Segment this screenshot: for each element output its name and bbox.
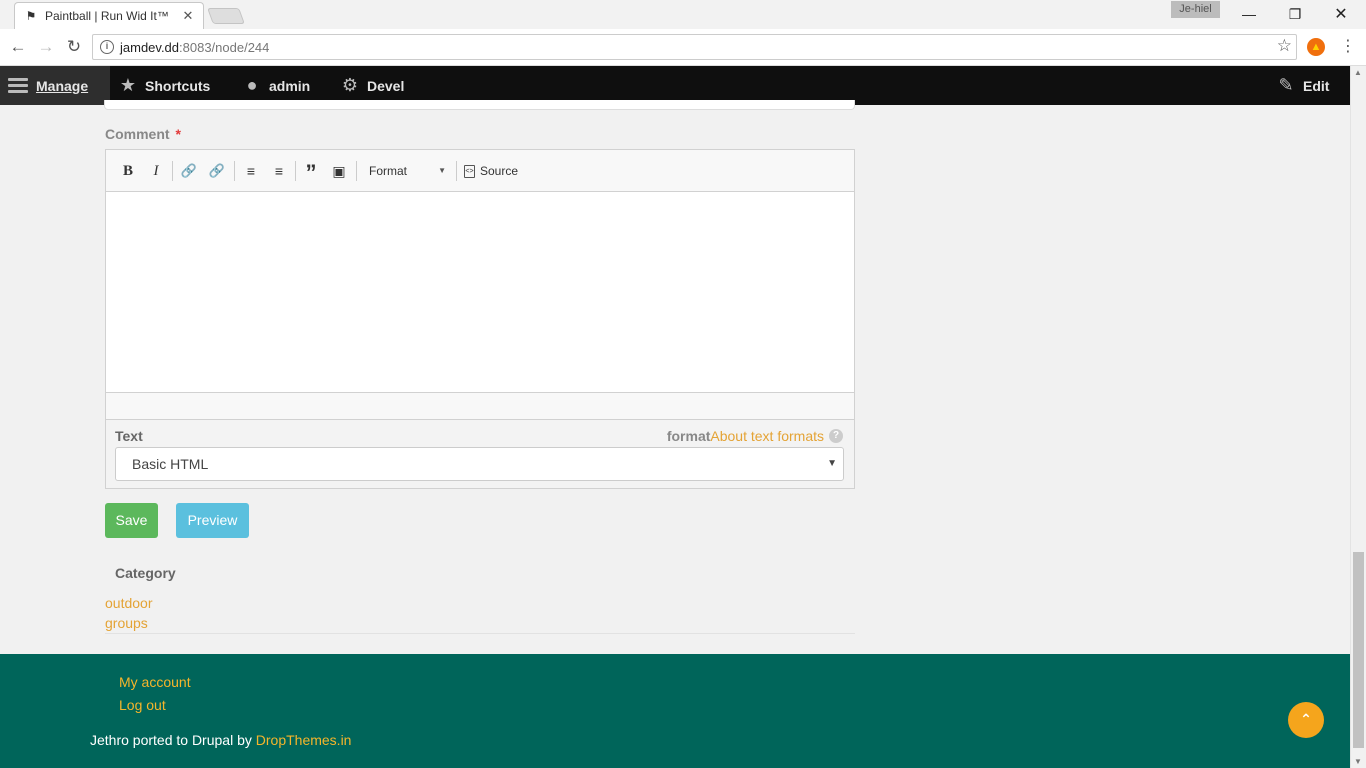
text-format-select[interactable]: Basic HTML ▼ [115, 447, 844, 481]
source-icon: <> [464, 164, 475, 178]
restore-icon[interactable]: ❐ [1272, 0, 1318, 28]
italic-button[interactable]: I [148, 161, 164, 181]
extension-icon[interactable]: ▲ [1307, 38, 1325, 56]
pencil-icon: ✎ [1278, 75, 1294, 95]
editor-toolbar: B I 🔗 🔗 ≡ ≡ ” ▣ Format ▼ <> Source [106, 150, 854, 192]
runner-icon: ⚑ [25, 9, 37, 23]
url-text: jamdev.dd:8083/node/244 [120, 40, 269, 55]
source-button-label: Source [480, 164, 519, 178]
blockquote-icon[interactable]: ” [302, 161, 320, 185]
hamburger-icon [8, 75, 28, 96]
back-to-top-button[interactable]: ⌃ [1288, 702, 1324, 738]
preview-button[interactable]: Preview [176, 503, 249, 538]
format-word: format [666, 428, 711, 444]
image-icon[interactable]: ▣ [330, 161, 348, 181]
chevron-up-icon: ⌃ [1300, 711, 1312, 727]
text-format-help: format About text formats? [667, 428, 843, 444]
new-tab-button[interactable] [207, 8, 245, 24]
chevron-down-icon: ▼ [827, 458, 837, 469]
user-icon: ● [246, 75, 258, 95]
page-scrollbar[interactable]: ▲ ▼ [1350, 66, 1366, 768]
toolbar-separator [172, 161, 173, 181]
toolbar-separator [356, 161, 357, 181]
gear-icon: ⚙ [341, 75, 359, 95]
close-window-icon[interactable]: ✕ [1318, 0, 1364, 28]
comment-label: Comment * [105, 126, 181, 142]
category-link-outdoor[interactable]: outdoor [105, 595, 152, 611]
url-input[interactable]: i jamdev.dd:8083/node/244 ☆ [92, 34, 1297, 60]
minimize-icon[interactable]: — [1226, 0, 1272, 28]
tab-title: Paintball | Run Wid It™ [45, 9, 169, 23]
bold-button[interactable]: B [120, 161, 136, 181]
chevron-down-icon: ▼ [438, 166, 446, 175]
toolbar-separator [456, 161, 457, 181]
forward-arrow-icon[interactable]: → [36, 37, 56, 57]
footer-credit: Jethro ported to Drupal by DropThemes.in [90, 732, 351, 748]
text-format-selected: Basic HTML [132, 456, 209, 472]
scroll-up-icon[interactable]: ▲ [1354, 68, 1362, 77]
help-icon[interactable]: ? [829, 429, 843, 443]
format-dropdown-label: Format [369, 164, 408, 178]
toolbar-devel-label: Devel [367, 77, 405, 94]
toolbar-manage[interactable]: Manage [0, 66, 110, 105]
browser-tabstrip: ⚑ Paintball | Run Wid It™ ✕ Je-hiel — ❐ … [0, 0, 1366, 29]
profile-name[interactable]: Je-hiel [1171, 1, 1220, 18]
bulleted-list-icon[interactable]: ≡ [242, 161, 260, 181]
my-account-link[interactable]: My account [119, 674, 191, 690]
toolbar-edit-label: Edit [1303, 77, 1330, 94]
format-dropdown[interactable]: Format ▼ [364, 161, 448, 181]
comment-label-text: Comment [105, 126, 170, 142]
dropthemes-link[interactable]: DropThemes.in [256, 732, 352, 748]
site-footer: My account Log out Jethro ported to Drup… [0, 654, 1350, 768]
previous-field-edge [104, 100, 855, 110]
category-label: Category [115, 565, 176, 581]
browser-menu-icon[interactable]: ⋮ [1340, 36, 1356, 56]
toolbar-separator [234, 161, 235, 181]
bookmark-star-icon[interactable]: ☆ [1277, 36, 1292, 56]
toolbar-edit[interactable]: ✎ Edit [1276, 66, 1329, 105]
toolbar-shortcuts-label: Shortcuts [145, 77, 211, 94]
editor-path-bar [106, 393, 854, 420]
close-tab-icon[interactable]: ✕ [181, 8, 195, 24]
info-icon[interactable]: i [100, 40, 114, 54]
credit-text: Jethro ported to Drupal by [90, 732, 256, 748]
url-host: jamdev.dd [120, 40, 180, 55]
reload-icon[interactable]: ↻ [64, 37, 84, 57]
link-icon[interactable]: 🔗 [180, 161, 198, 181]
source-button[interactable]: <> Source [464, 161, 518, 181]
editor-content-area[interactable] [106, 192, 854, 393]
save-button[interactable]: Save [105, 503, 158, 538]
scrollbar-thumb[interactable] [1353, 552, 1364, 748]
url-path: :8083/node/244 [179, 40, 270, 55]
log-out-link[interactable]: Log out [119, 697, 166, 713]
back-arrow-icon[interactable]: ← [8, 37, 28, 57]
required-marker: * [175, 126, 181, 142]
toolbar-user-label: admin [269, 77, 311, 94]
text-format-wrapper: Text format About text formats? Basic HTM… [106, 420, 854, 488]
unlink-icon[interactable]: 🔗 [208, 161, 226, 181]
comment-editor: B I 🔗 🔗 ≡ ≡ ” ▣ Format ▼ <> Source Text … [105, 149, 855, 489]
scroll-down-icon[interactable]: ▼ [1354, 757, 1362, 766]
browser-address-bar: ← → ↻ i jamdev.dd:8083/node/244 ☆ [0, 29, 1366, 66]
toolbar-manage-label: Manage [36, 77, 89, 94]
toolbar-separator [295, 161, 296, 181]
browser-tab[interactable]: ⚑ Paintball | Run Wid It™ ✕ [14, 2, 204, 29]
star-icon: ★ [119, 75, 137, 95]
numbered-list-icon[interactable]: ≡ [270, 161, 288, 181]
about-text-formats-link[interactable]: About text formats [710, 428, 824, 444]
text-format-label: Text [115, 428, 143, 444]
divider [105, 633, 855, 634]
category-link-groups[interactable]: groups [105, 615, 148, 631]
